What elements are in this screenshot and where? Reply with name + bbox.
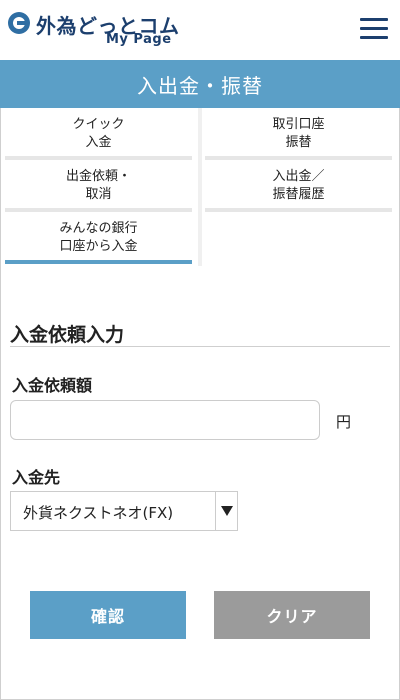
hamburger-menu-icon[interactable]	[360, 18, 388, 40]
section-title: 入金依頼入力	[10, 324, 125, 346]
amount-label: 入金依頼額	[12, 376, 93, 395]
destination-selected-value: 外貨ネクストネオ(FX)	[23, 504, 174, 522]
logo[interactable]: 外為どっとコム My Page	[8, 10, 208, 50]
dropdown-arrow-icon	[221, 506, 233, 516]
clear-button[interactable]: クリア	[214, 591, 370, 639]
select-separator	[215, 492, 216, 530]
tile-account-transfer[interactable]: 取引口座 振替	[205, 108, 392, 160]
page-title: 入出金・振替	[0, 60, 400, 108]
destination-select[interactable]: 外貨ネクストネオ(FX)	[10, 491, 238, 531]
tile-quick-deposit[interactable]: クイック 入金	[5, 108, 192, 160]
logo-mark-icon	[8, 12, 30, 34]
amount-input[interactable]	[10, 400, 320, 440]
section-divider	[10, 346, 390, 347]
tile-minna-bank-deposit[interactable]: みんなの銀行 口座から入金	[5, 212, 192, 264]
confirm-button[interactable]: 確認	[30, 591, 186, 639]
header: 外為どっとコム My Page	[0, 0, 400, 60]
destination-label: 入金先	[12, 468, 61, 487]
amount-unit: 円	[336, 413, 352, 431]
tile-withdrawal-request[interactable]: 出金依頼・ 取消	[5, 160, 192, 212]
tile-history[interactable]: 入出金／ 振替履歴	[205, 160, 392, 212]
tile-divider	[198, 108, 202, 266]
logo-subtitle: My Page	[106, 32, 172, 47]
